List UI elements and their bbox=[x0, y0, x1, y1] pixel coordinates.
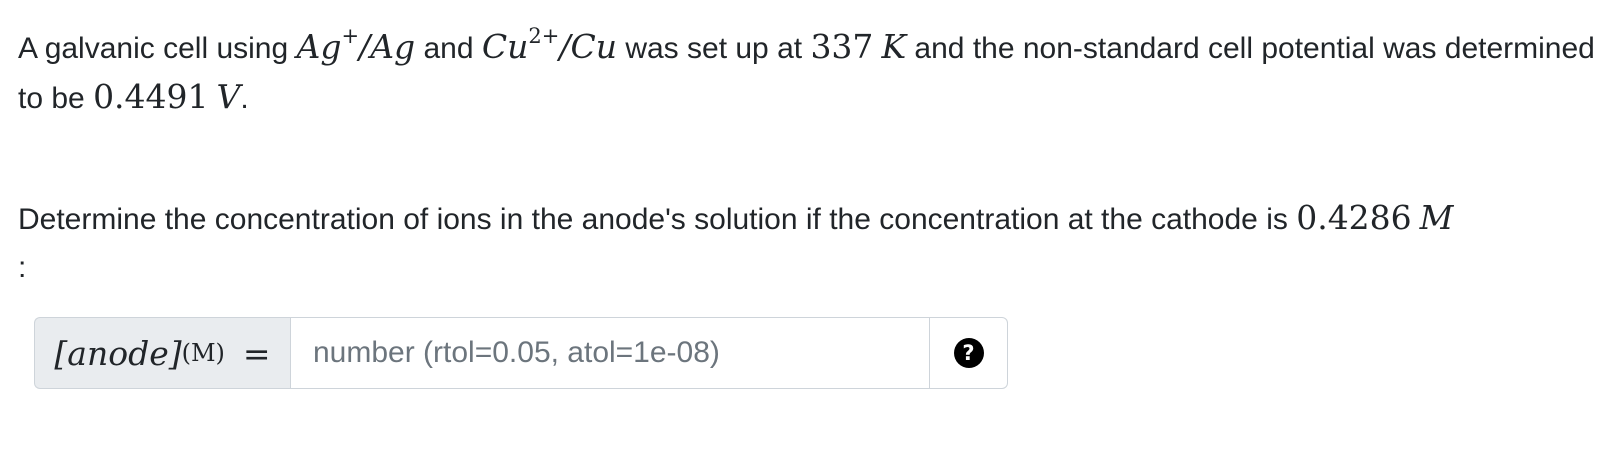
text-segment: A galvanic cell using bbox=[18, 32, 297, 65]
math-potential: 0.4491 V bbox=[93, 77, 240, 116]
question-paragraph-2: Determine the concentration of ions in t… bbox=[18, 194, 1598, 292]
answer-input[interactable] bbox=[290, 317, 930, 389]
math-concentration: 0.4286 M bbox=[1296, 198, 1453, 237]
math-text: Cu bbox=[481, 27, 529, 66]
answer-label-equals: = bbox=[242, 333, 271, 373]
answer-label: [anode] (M) = bbox=[34, 317, 290, 389]
answer-label-variable: [anode] bbox=[54, 333, 182, 373]
question-paragraph-1: A galvanic cell using Ag+/Ag and Cu2+/Cu… bbox=[18, 23, 1598, 123]
math-text: /Ag bbox=[359, 27, 416, 66]
math-number: 0.4286 bbox=[1296, 198, 1412, 237]
text-segment: : bbox=[18, 251, 27, 284]
answer-label-unit: (M) bbox=[181, 339, 225, 367]
text-segment: . bbox=[240, 82, 249, 115]
math-superscript: + bbox=[341, 24, 360, 48]
math-ag-couple: Ag+/Ag bbox=[296, 24, 416, 67]
math-text: /Cu bbox=[559, 27, 617, 66]
answer-input-group: [anode](M) = ? bbox=[34, 317, 1008, 389]
text-segment: and bbox=[415, 32, 482, 65]
help-button[interactable]: ? bbox=[930, 317, 1008, 389]
math-unit: K bbox=[881, 27, 907, 66]
math-number: 337 bbox=[810, 27, 874, 66]
math-number: 0.4491 bbox=[93, 77, 209, 116]
math-unit: M bbox=[1419, 198, 1454, 237]
math-temperature: 337 K bbox=[810, 27, 906, 66]
math-unit: V bbox=[216, 77, 241, 116]
text-segment: Determine the concentration of ions in t… bbox=[18, 203, 1297, 236]
math-superscript: 2+ bbox=[528, 24, 560, 48]
question-circle-icon[interactable]: ? bbox=[953, 338, 984, 368]
math-cu-couple: Cu2+/Cu bbox=[481, 24, 617, 67]
text-segment: was set up at bbox=[617, 32, 811, 65]
math-text: Ag bbox=[296, 27, 342, 66]
